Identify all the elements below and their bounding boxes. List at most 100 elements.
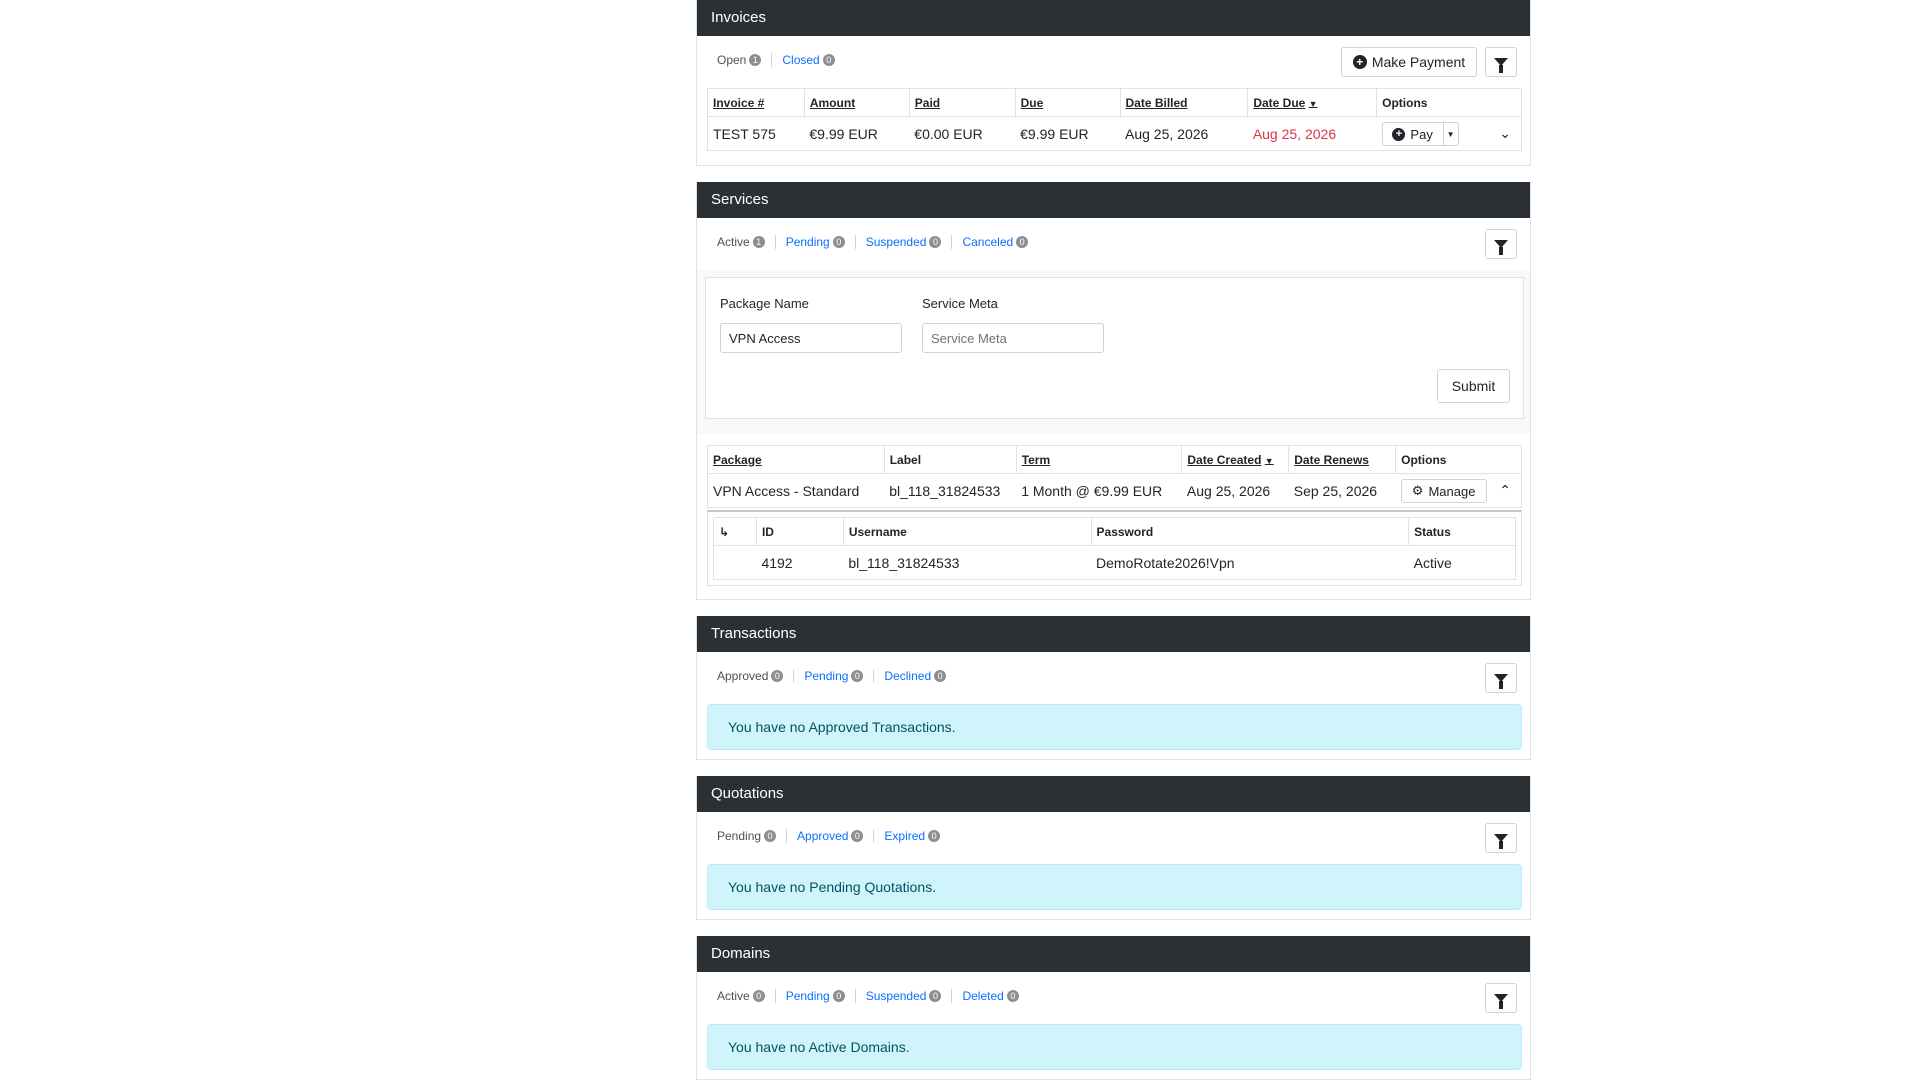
tab-pending[interactable]: Pending 0 <box>804 669 864 683</box>
tab-declined[interactable]: Declined 0 <box>884 669 947 683</box>
services-tabs-row: Active 1 Pending 0 Suspended 0 Canceled 0 <box>697 218 1530 270</box>
pay-dropdown-toggle[interactable]: ▼ <box>1442 122 1459 146</box>
tab-active[interactable]: Active 0 <box>717 989 765 1003</box>
package-name-input[interactable] <box>720 323 902 353</box>
plus-circle-icon: + <box>1352 55 1367 69</box>
tab-suspended[interactable]: Suspended 0 <box>866 989 942 1003</box>
count-badge: 0 <box>1006 990 1019 1002</box>
col-date-created[interactable]: Date Created ▼ <box>1181 445 1290 474</box>
caret-down-icon: ▼ <box>1446 129 1455 139</box>
services-panel: Services Active 1 Pending 0 Suspended 0 Can… <box>696 182 1531 600</box>
make-payment-button[interactable]: + Make Payment <box>1341 47 1477 77</box>
tab-pending[interactable]: Pending 0 <box>717 829 777 843</box>
col-label: Label <box>883 445 1017 474</box>
invoice-amount: €9.99 EUR <box>804 116 910 151</box>
tab-divider <box>854 235 856 249</box>
tab-approved[interactable]: Approved 0 <box>797 829 864 843</box>
invoices-panel-title: Invoices <box>697 0 1530 36</box>
col-due[interactable]: Due <box>1014 88 1121 117</box>
count-badge: 1 <box>752 236 765 248</box>
count-badge: 0 <box>832 236 845 248</box>
tab-pending[interactable]: Pending 0 <box>786 235 845 249</box>
filter-icon <box>1494 994 1508 1009</box>
transactions-filter-button[interactable] <box>1485 663 1517 693</box>
service-date-renews: Sep 25, 2026 <box>1288 473 1396 508</box>
count-badge: 0 <box>929 236 942 248</box>
tab-suspended[interactable]: Suspended 0 <box>866 235 942 249</box>
service-term: 1 Month @ €9.99 EUR <box>1016 473 1182 508</box>
invoices-table: Invoice # Amount Paid Due Date Billed Da… <box>707 88 1522 151</box>
count-badge: 0 <box>851 670 864 682</box>
manage-button[interactable]: ⚙ Manage <box>1400 479 1487 503</box>
invoices-filter-button[interactable] <box>1485 47 1517 77</box>
tab-divider <box>854 989 856 1003</box>
service-label: bl_118_31824533 <box>884 473 1017 508</box>
col-term[interactable]: Term <box>1015 445 1183 474</box>
transactions-panel-title: Transactions <box>697 616 1530 652</box>
invoices-status-tabs: Open 1 Closed 0 <box>717 53 835 67</box>
col-date-due[interactable]: Date Due ▼ <box>1247 88 1378 117</box>
col-date-billed[interactable]: Date Billed <box>1119 88 1249 117</box>
submit-button[interactable]: Submit <box>1437 369 1510 403</box>
count-badge: 0 <box>752 990 765 1002</box>
chevron-down-icon[interactable]: ⌄ <box>1499 125 1511 142</box>
service-options-cell: ⚙ Manage ⌃ <box>1395 473 1522 508</box>
pay-button[interactable]: + Pay <box>1381 122 1444 146</box>
col-paid[interactable]: Paid <box>908 88 1016 117</box>
field-password: DemoRotate2026!Vpn <box>1091 545 1409 580</box>
invoice-date-due: Aug 25, 2026 <box>1247 116 1377 151</box>
col-username: Username <box>842 517 1092 546</box>
sort-desc-icon: ▼ <box>1308 98 1318 109</box>
quotations-filter-button[interactable] <box>1485 823 1517 853</box>
domains-filter-button[interactable] <box>1485 983 1517 1013</box>
package-name-label: Package Name <box>720 296 809 311</box>
domains-panel: Domains Active 0 Pending 0 Suspended 0 Dele… <box>696 936 1531 1080</box>
count-badge: 0 <box>771 670 784 682</box>
quotations-tabs-row: Pending 0 Approved 0 Expired 0 <box>697 812 1530 864</box>
tab-divider <box>951 989 953 1003</box>
services-filter-button[interactable] <box>1485 229 1517 259</box>
count-badge: 0 <box>929 990 942 1002</box>
transactions-tabs-row: Approved 0 Pending 0 Declined 0 <box>697 652 1530 704</box>
field-username: bl_118_31824533 <box>843 545 1092 580</box>
col-package[interactable]: Package <box>707 445 885 474</box>
return-arrow-icon: ↳ <box>719 524 730 539</box>
tab-pending[interactable]: Pending 0 <box>786 989 845 1003</box>
tab-active[interactable]: Active 1 <box>717 235 765 249</box>
count-badge: 0 <box>764 830 777 842</box>
empty-cell <box>713 545 757 580</box>
transactions-panel: Transactions Approved 0 Pending 0 Declined… <box>696 616 1531 760</box>
tab-approved[interactable]: Approved 0 <box>717 669 784 683</box>
count-badge: 0 <box>934 670 947 682</box>
table-row: VPN Access - Standard bl_118_31824533 1 … <box>707 473 1522 508</box>
col-invoice-number[interactable]: Invoice # <box>707 88 805 117</box>
count-badge: 1 <box>749 54 762 66</box>
count-badge: 0 <box>832 990 845 1002</box>
tab-expired[interactable]: Expired 0 <box>884 829 941 843</box>
empty-quotations-alert: You have no Pending Quotations. <box>707 864 1522 910</box>
chevron-up-icon[interactable]: ⌃ <box>1499 482 1511 499</box>
tab-closed[interactable]: Closed 0 <box>782 53 835 67</box>
services-panel-title: Services <box>697 182 1530 218</box>
service-meta-label: Service Meta <box>922 296 998 311</box>
tab-canceled[interactable]: Canceled 0 <box>962 235 1029 249</box>
empty-transactions-alert: You have no Approved Transactions. <box>707 704 1522 750</box>
tab-divider <box>774 989 776 1003</box>
gear-icon: ⚙ <box>1411 483 1424 498</box>
service-meta-input[interactable] <box>922 323 1104 353</box>
service-date-created: Aug 25, 2026 <box>1181 473 1289 508</box>
tab-deleted[interactable]: Deleted 0 <box>962 989 1019 1003</box>
col-date-renews[interactable]: Date Renews <box>1288 445 1397 474</box>
tab-divider <box>771 53 773 67</box>
tab-divider <box>873 669 875 683</box>
domains-tabs-row: Active 0 Pending 0 Suspended 0 Deleted 0 <box>697 972 1530 1024</box>
tab-open[interactable]: Open 1 <box>717 53 762 67</box>
tab-divider <box>786 829 788 843</box>
plus-circle-icon: + <box>1392 127 1406 141</box>
quotations-panel: Quotations Pending 0 Approved 0 Expired 0 Y… <box>696 776 1531 920</box>
sort-desc-icon: ▼ <box>1264 455 1274 466</box>
services-status-tabs: Active 1 Pending 0 Suspended 0 Canceled 0 <box>717 235 1029 249</box>
field-status: Active <box>1408 545 1516 580</box>
invoice-date-billed: Aug 25, 2026 <box>1120 116 1248 151</box>
col-amount[interactable]: Amount <box>803 88 910 117</box>
